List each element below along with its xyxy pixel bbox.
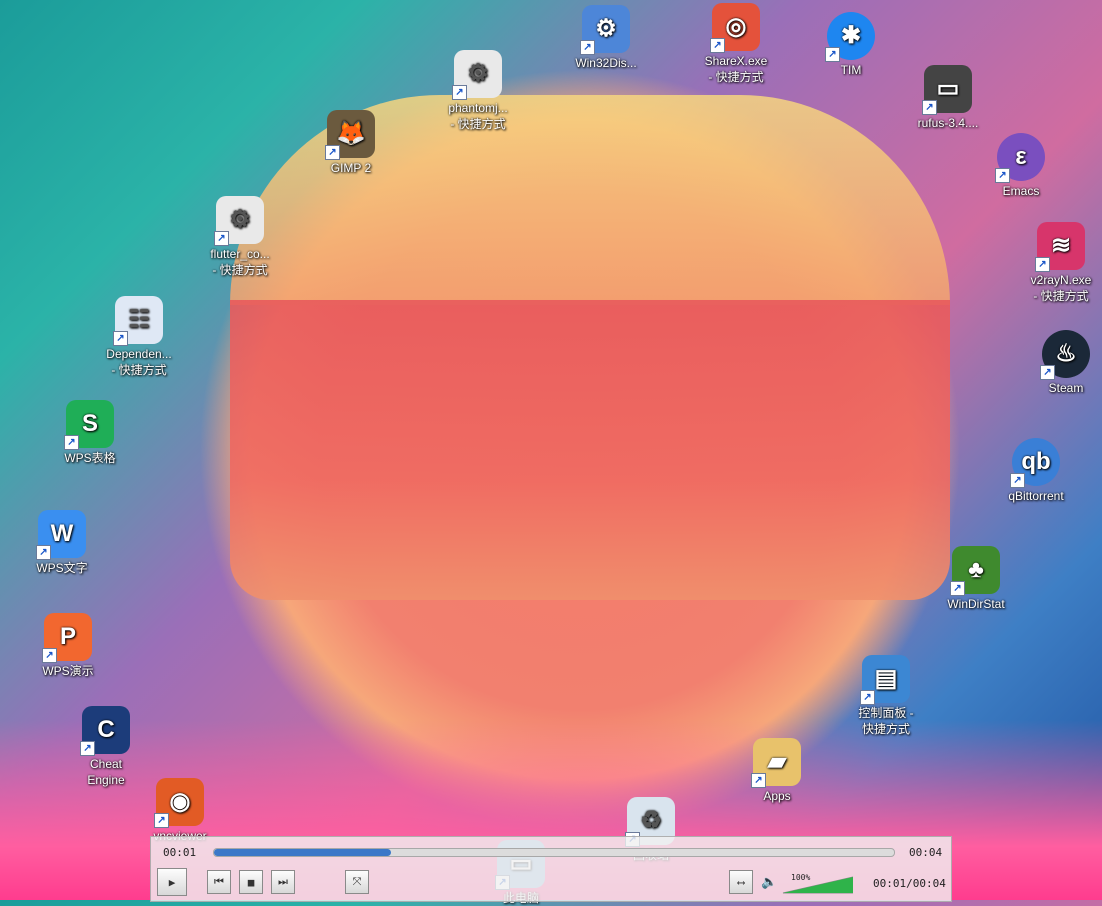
desktop-icon-label: WPS演示 [42, 664, 94, 678]
desktop-icon-label: flutter_co... - 快捷方式 [210, 247, 270, 277]
desktop-icon-label: ShareX.exe - 快捷方式 [704, 54, 768, 84]
wallpaper-band [230, 300, 950, 600]
desktop-icon[interactable]: ▤ ↗ 控制面板 - 快捷方式 [840, 655, 932, 737]
desktop-icon[interactable]: ◎ ↗ ShareX.exe - 快捷方式 [690, 3, 782, 85]
gear-file-icon: ⚙ ↗ [214, 196, 264, 246]
sharex-icon: ◎ ↗ [710, 3, 760, 53]
shortcut-arrow-icon: ↗ [922, 100, 937, 115]
shortcut-arrow-icon: ↗ [860, 690, 875, 705]
desktop-icon[interactable]: ⚙ ↗ flutter_co... - 快捷方式 [194, 196, 286, 278]
previous-button[interactable]: ⏮ [207, 870, 231, 894]
shortcut-arrow-icon: ↗ [325, 145, 340, 160]
desktop-icon-label: 控制面板 - 快捷方式 [858, 706, 914, 736]
desktop-icon[interactable]: ▭ ↗ rufus-3.4.... [902, 65, 994, 131]
desktop-icon[interactable]: P ↗ WPS演示 [22, 613, 114, 679]
desktop-icon-label: rufus-3.4.... [917, 116, 979, 130]
shortcut-arrow-icon: ↗ [1040, 365, 1055, 380]
desktop-icon[interactable]: ♨ ↗ Steam [1020, 330, 1102, 396]
shortcut-arrow-icon: ↗ [751, 773, 766, 788]
qbittorrent-icon: qb ↗ [1010, 438, 1060, 488]
desktop-icon[interactable]: qb ↗ qBittorrent [990, 438, 1082, 504]
desktop-icon[interactable]: C ↗ Cheat Engine [60, 706, 152, 788]
fullscreen-button[interactable]: ⤧ [345, 870, 369, 894]
shortcut-arrow-icon: ↗ [580, 40, 595, 55]
aspect-button[interactable]: ⟷ [729, 870, 753, 894]
time-display: 00:01/00:04 [873, 877, 946, 890]
tim-icon: ✱ ↗ [825, 12, 875, 62]
tree-icon: ♣ ↗ [950, 546, 1000, 596]
v2rayn-icon: ≋ ↗ [1035, 222, 1085, 272]
shortcut-arrow-icon: ↗ [113, 331, 128, 346]
desktop-icon[interactable]: ⚙ ↗ Win32Dis... [560, 5, 652, 71]
shortcut-arrow-icon: ↗ [710, 38, 725, 53]
desktop-icon-label: TIM [840, 63, 862, 77]
desktop-icon-label: WPS表格 [64, 451, 116, 465]
desktop-icon-label: qBittorrent [1008, 489, 1064, 503]
emacs-icon: ε ↗ [995, 133, 1045, 183]
seek-progress [214, 849, 391, 856]
elapsed-time: 00:01 [163, 846, 197, 859]
desktop-icon[interactable]: ▰ ↗ Apps [731, 738, 823, 804]
desktop-icon-label: WinDirStat [947, 597, 1005, 611]
usb-drive-icon: ▭ ↗ [922, 65, 972, 115]
desktop-icon-label: GIMP 2 [330, 161, 372, 175]
desktop-icon-label: Apps [763, 789, 791, 803]
desktop-icon[interactable]: W ↗ WPS文字 [16, 510, 108, 576]
desktop-icon[interactable]: S ↗ WPS表格 [44, 400, 136, 466]
skip-back-icon: ⏮ [214, 875, 224, 888]
desktop-icon[interactable]: ◉↗vncviewer [134, 778, 226, 844]
next-button[interactable]: ⏭ [271, 870, 295, 894]
desktop-icon-label: Dependen... - 快捷方式 [106, 347, 172, 377]
desktop-icon-label: WPS文字 [36, 561, 88, 575]
media-player-bar[interactable]: 00:01 00:04 ▶ ⏮ ■ ⏭ ⤧ ⟷ 🔈 100% 00:01/00:… [150, 836, 952, 902]
total-time: 00:04 [909, 846, 943, 859]
shortcut-arrow-icon: ↗ [1010, 473, 1025, 488]
desktop-icon-label: Win32Dis... [575, 56, 637, 70]
shortcut-arrow-icon: ↗ [825, 47, 840, 62]
desktop-icon[interactable]: 🦊 ↗ GIMP 2 [305, 110, 397, 176]
shortcut-arrow-icon: ↗ [1035, 257, 1050, 272]
gimp-icon: 🦊 ↗ [325, 110, 375, 160]
skip-forward-icon: ⏭ [278, 875, 288, 888]
stop-icon: ■ [247, 875, 255, 889]
shortcut-arrow-icon: ↗ [42, 648, 57, 663]
play-button[interactable]: ▶ [157, 868, 187, 896]
shortcut-arrow-icon: ↗ [36, 545, 51, 560]
shortcut-arrow-icon: ↗ [950, 581, 965, 596]
desktop-icon-label: Emacs [1002, 184, 1040, 198]
desktop-icon-label: Steam [1048, 381, 1084, 395]
shortcut-arrow-icon: ↗ [995, 168, 1010, 183]
wps-presentation-icon: P ↗ [42, 613, 92, 663]
shortcut-arrow-icon: ↗ [80, 741, 95, 756]
desktop-icon[interactable]: ☷ ↗ Dependen... - 快捷方式 [93, 296, 185, 378]
speaker-icon[interactable]: 🔈 [761, 875, 777, 890]
desktop-icon[interactable]: ε ↗ Emacs [975, 133, 1067, 199]
control-panel-icon: ▤ ↗ [860, 655, 910, 705]
dependency-icon: ☷ ↗ [113, 296, 163, 346]
stop-button[interactable]: ■ [239, 870, 263, 894]
cheat-engine-icon: C ↗ [80, 706, 130, 756]
stretch-icon: ⟷ [737, 875, 745, 889]
desktop-icon[interactable]: ✱ ↗ TIM [805, 12, 897, 78]
usb-tool-icon: ⚙ ↗ [580, 5, 630, 55]
desktop-icon[interactable]: ♣ ↗ WinDirStat [930, 546, 1022, 612]
seek-bar[interactable] [213, 848, 895, 857]
desktop-icon[interactable]: ⚙ ↗ phantomj... - 快捷方式 [432, 50, 524, 132]
shortcut-arrow-icon: ↗ [452, 85, 467, 100]
play-icon: ▶ [168, 875, 176, 889]
gear-file-icon: ⚙ ↗ [452, 50, 502, 100]
wps-writer-icon: W ↗ [36, 510, 86, 560]
folder-icon: ▰ ↗ [751, 738, 801, 788]
desktop-icon-label: phantomj... - 快捷方式 [448, 101, 508, 131]
wps-sheet-icon: S ↗ [64, 400, 114, 450]
desktop-icon-label: v2rayN.exe - 快捷方式 [1030, 273, 1092, 303]
shortcut-arrow-icon: ↗ [154, 813, 169, 828]
volume-slider[interactable]: 100% [781, 873, 853, 895]
fullscreen-icon: ⤧ [352, 875, 362, 888]
vncviewer-icon: ◉ ↗ [154, 778, 204, 828]
steam-icon: ♨ ↗ [1040, 330, 1090, 380]
desktop-icon[interactable]: ≋ ↗ v2rayN.exe - 快捷方式 [1015, 222, 1102, 304]
shortcut-arrow-icon: ↗ [214, 231, 229, 246]
shortcut-arrow-icon: ↗ [64, 435, 79, 450]
